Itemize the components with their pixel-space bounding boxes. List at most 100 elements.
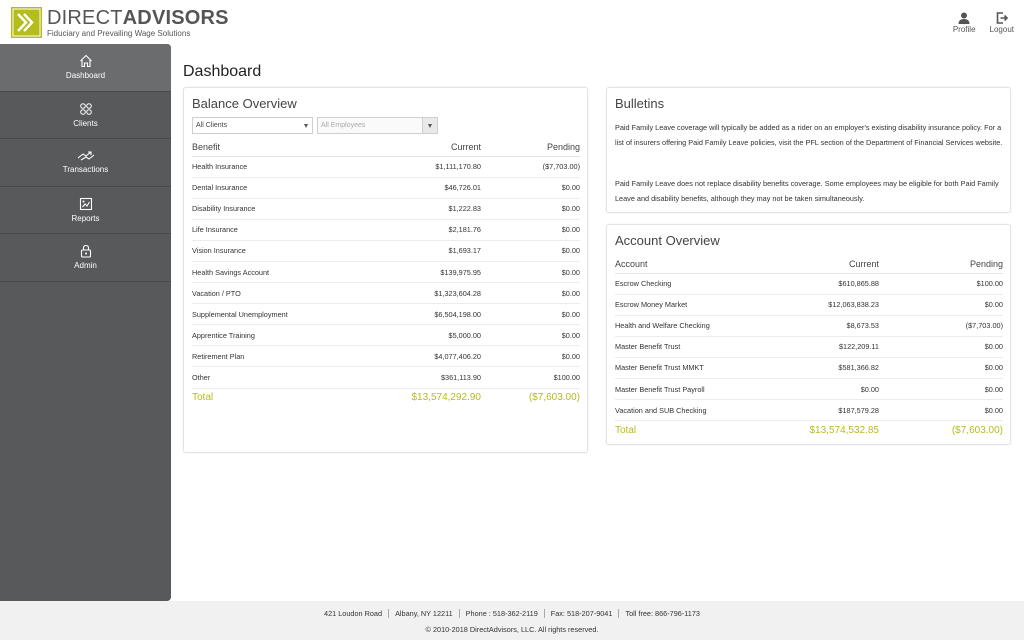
row-label: Apprentice Training (192, 324, 382, 347)
row-label: Life Insurance (192, 219, 382, 241)
row-label: Health and Welfare Checking (615, 315, 775, 337)
sidebar-item-dashboard[interactable]: Dashboard (0, 44, 171, 92)
row-label: Vision Insurance (192, 240, 382, 262)
pending-value: $0.00 (481, 219, 580, 241)
main-content: Dashboard Balance Overview All Clients A… (171, 44, 1024, 601)
row-label: Vacation and SUB Checking (615, 399, 775, 422)
brand-tagline: Fiduciary and Prevailing Wage Solutions (47, 29, 191, 38)
bulletins-title: Bulletins (615, 96, 665, 111)
column-header: Benefit (192, 138, 382, 157)
bulletin-paragraph: Paid Family Leave coverage will typicall… (615, 123, 1003, 147)
current-value: $5,000.00 (382, 324, 481, 347)
footer-fax: Fax: 518-207-9041 (543, 609, 619, 618)
table-row: Apprentice Training $5,000.00 $0.00 (192, 324, 580, 347)
column-header: Pending (481, 138, 580, 157)
reports-icon (79, 197, 92, 210)
table-row: Health Savings Account $139,975.95 $0.00 (192, 261, 580, 284)
profile-button[interactable]: Profile (953, 12, 976, 34)
sidebar-item-label: Transactions (62, 165, 109, 175)
pending-value: $0.00 (879, 378, 1003, 401)
current-value: $1,693.17 (382, 240, 481, 262)
total-label: Total (615, 424, 637, 436)
account-overview-card: Account Overview Account Current Pending… (606, 224, 1011, 445)
page-title: Dashboard (183, 63, 262, 80)
row-label: Retirement Plan (192, 345, 382, 368)
row-label: Supplemental Unemployment (192, 303, 382, 326)
current-value: $8,673.53 (775, 315, 879, 337)
sidebar-item-reports[interactable]: Reports (0, 187, 171, 234)
pending-value: $100.00 (481, 366, 580, 389)
current-value: $12,063,838.23 (775, 294, 879, 316)
logo-chevron-icon (11, 7, 42, 38)
table-row: Dental Insurance $46,726.01 $0.00 (192, 177, 580, 199)
footer-copyright: © 2010-2018 DirectAdvisors, LLC. All rig… (425, 625, 599, 634)
pending-value: $0.00 (879, 336, 1003, 358)
logout-button[interactable]: Logout (990, 12, 1014, 34)
pending-value: $0.00 (879, 399, 1003, 422)
chevron-down-icon (428, 124, 432, 128)
pending-value: ($7,703.00) (879, 315, 1003, 337)
table-row: Master Benefit Trust Payroll $0.00 $0.00 (615, 378, 1003, 401)
sidebar-item-label: Reports (71, 213, 100, 223)
current-value: $4,077,406.20 (382, 345, 481, 368)
table-row: Escrow Checking $610,865.88 $100.00 (615, 273, 1003, 295)
sidebar-item-label: Admin (74, 261, 97, 271)
column-header: Current (382, 138, 481, 157)
table-row: Vacation and SUB Checking $187,579.28 $0.0… (615, 399, 1003, 422)
client-select[interactable]: All Clients (192, 117, 313, 134)
sidebar-item-transactions[interactable]: Transactions (0, 139, 171, 187)
current-value: $187,579.28 (775, 399, 879, 422)
current-value: $6,504,198.00 (382, 303, 481, 326)
sidebar: Dashboard Clients Transactions Reports A… (0, 44, 171, 601)
brand-logo[interactable]: DIRECTADVISORS Fiduciary and Prevailing … (11, 7, 229, 39)
footer: 421 Loudon Road Albany, NY 12211 Phone :… (0, 601, 1024, 640)
current-value: $581,366.82 (775, 357, 879, 379)
current-value: $610,865.88 (775, 273, 879, 295)
pending-value: $0.00 (481, 261, 580, 284)
footer-city: Albany, NY 12211 (388, 609, 459, 618)
user-icon (958, 12, 970, 24)
footer-address: 421 Loudon Road (324, 609, 383, 618)
sidebar-item-admin[interactable]: Admin (0, 234, 171, 282)
row-label: Health Insurance (192, 156, 382, 178)
account-overview-title: Account Overview (615, 233, 720, 248)
total-pending: ($7,603.00) (528, 392, 580, 404)
employee-select[interactable]: All Employees (317, 117, 438, 134)
pending-value: $0.00 (481, 282, 580, 305)
total-label: Total (192, 392, 214, 404)
current-value: $122,209.11 (775, 336, 879, 358)
table-row: Vacation / PTO $1,323,604.28 $0.00 (192, 282, 580, 305)
pending-value: $0.00 (481, 345, 580, 368)
current-value: $0.00 (775, 378, 879, 401)
row-label: Master Benefit Trust MMKT (615, 357, 775, 379)
column-header: Account (615, 255, 775, 274)
balance-overview-title: Balance Overview (192, 96, 297, 111)
home-icon (79, 54, 92, 68)
pending-value: $0.00 (879, 294, 1003, 316)
current-value: $46,726.01 (382, 177, 481, 199)
app-header: DIRECTADVISORS Fiduciary and Prevailing … (0, 0, 1024, 44)
footer-phone: Phone : 518-362-2119 (458, 609, 544, 618)
table-row: Other $361,113.90 $100.00 (192, 366, 580, 389)
balance-overview-card: Balance Overview All Clients All Employe… (183, 87, 588, 453)
footer-toll-free: Toll free: 866-796-1173 (618, 609, 706, 618)
total-row: Total $13,574,292.90 ($7,603.00) (192, 388, 580, 407)
pending-value: $100.00 (879, 273, 1003, 295)
current-value: $361,113.90 (382, 366, 481, 389)
transactions-icon (77, 151, 94, 161)
row-label: Other (192, 366, 382, 389)
row-label: Escrow Money Market (615, 294, 775, 316)
table-row: Retirement Plan $4,077,406.20 $0.00 (192, 345, 580, 368)
lock-icon (80, 245, 91, 258)
row-label: Master Benefit Trust Payroll (615, 378, 775, 401)
current-value: $1,111,170.80 (382, 156, 481, 178)
pending-value: $0.00 (481, 240, 580, 262)
total-current: $13,574,292.90 (411, 392, 481, 404)
sidebar-item-label: Clients (73, 118, 98, 128)
sidebar-item-clients[interactable]: Clients (0, 92, 171, 139)
pending-value: $0.00 (481, 324, 580, 347)
table-row: Escrow Money Market $12,063,838.23 $0.00 (615, 294, 1003, 316)
total-row: Total $13,574,532.85 ($7,603.00) (615, 421, 1003, 440)
table-row: Life Insurance $2,181.76 $0.00 (192, 219, 580, 241)
current-value: $1,323,604.28 (382, 282, 481, 305)
